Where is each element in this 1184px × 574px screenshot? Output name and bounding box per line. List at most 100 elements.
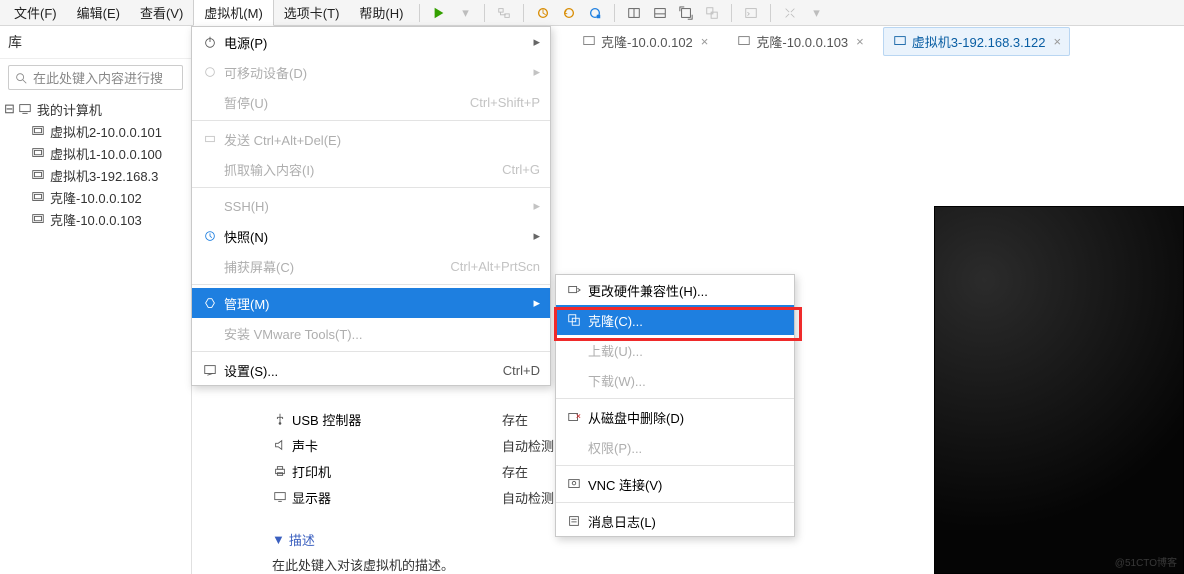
tree-root[interactable]: ⊟ 我的计算机 [4,98,187,120]
vm-icon [30,145,46,161]
tool-snapshot-take-icon[interactable] [532,2,554,24]
menu-capture-screen[interactable]: 捕获屏幕(C)Ctrl+Alt+PrtScn [192,251,550,281]
menu-label: 消息日志(L) [584,512,784,531]
tree-item[interactable]: 克隆-10.0.0.103 [4,208,187,230]
tree-item[interactable]: 虚拟机2-10.0.0.101 [4,120,187,142]
tree-item[interactable]: 克隆-10.0.0.102 [4,186,187,208]
tree-item[interactable]: 虚拟机3-192.168.3 [4,164,187,186]
computer-icon [17,101,33,117]
tree-item[interactable]: 虚拟机1-10.0.0.100 [4,142,187,164]
menu-divider [192,120,550,121]
vm-icon [30,123,46,139]
vm-icon [30,167,46,183]
tool-stretch-icon[interactable] [779,2,801,24]
tab[interactable]: 虚拟机3-192.168.3.122 × [883,27,1070,56]
tool-unity-icon[interactable] [701,2,723,24]
device-row[interactable]: USB 控制器存在 [272,406,572,432]
tab-label: 虚拟机3-192.168.3.122 [912,32,1046,51]
compat-icon [564,283,584,297]
menu-shortcut: Ctrl+G [482,162,540,177]
tool-network-icon[interactable] [493,2,515,24]
tab-label: 克隆-10.0.0.102 [601,32,693,51]
play-button[interactable] [428,2,450,24]
close-icon[interactable]: × [701,34,709,49]
submenu-clone[interactable]: 克隆(C)... [556,305,794,335]
menu-label: 抓取输入内容(I) [220,160,482,179]
menu-help[interactable]: 帮助(H) [349,0,413,25]
menu-divider [556,465,794,466]
menu-view[interactable]: 查看(V) [130,0,193,25]
menu-label: 下载(W)... [584,371,784,390]
menu-label: 安装 VMware Tools(T)... [220,324,540,343]
menu-tabs[interactable]: 选项卡(T) [274,0,350,25]
close-icon[interactable]: × [1053,34,1061,49]
submenu-vnc[interactable]: VNC 连接(V) [556,469,794,499]
clone-icon [564,313,584,327]
separator [523,4,524,22]
watermark: @51CTO博客 [1115,554,1177,569]
separator [731,4,732,22]
close-icon[interactable]: × [856,34,864,49]
sidebar-title: 库 [0,26,191,59]
menu-settings[interactable]: 设置(S)...Ctrl+D [192,355,550,385]
log-icon [564,514,584,528]
menu-removable-devices[interactable]: 可移动设备(D)▸ [192,57,550,87]
description-text[interactable]: 在此处键入对该虚拟机的描述。 [272,555,572,574]
menu-edit[interactable]: 编辑(E) [67,0,130,25]
description-heading[interactable]: ▼描述 [272,530,572,549]
description-heading-label: 描述 [289,530,315,549]
menu-label: 发送 Ctrl+Alt+Del(E) [220,130,540,149]
tab-label: 克隆-10.0.0.103 [756,32,848,51]
tool-fullscreen-icon[interactable] [675,2,697,24]
tool-snapshot-manage-icon[interactable] [584,2,606,24]
submenu-delete-from-disk[interactable]: 从磁盘中删除(D) [556,402,794,432]
menu-manage[interactable]: 管理(M)▸ [192,288,550,318]
usb-icon [272,411,288,427]
tool-console-icon[interactable] [740,2,762,24]
menu-file[interactable]: 文件(F) [4,0,67,25]
chevron-right-icon: ▸ [528,34,540,50]
tool-layout-bottom-icon[interactable] [649,2,671,24]
menu-pause[interactable]: 暂停(U)Ctrl+Shift+P [192,87,550,117]
submenu-download[interactable]: 下载(W)... [556,365,794,395]
chevron-right-icon: ▸ [528,295,540,311]
tab[interactable]: 克隆-10.0.0.102 × [572,27,717,56]
tool-stretch-dropdown-icon[interactable]: ▾ [805,2,827,24]
play-dropdown-icon[interactable]: ▾ [454,2,476,24]
menu-label: SSH(H) [220,199,528,214]
device-icon [200,65,220,79]
menu-ssh[interactable]: SSH(H)▸ [192,191,550,221]
submenu-permissions[interactable]: 权限(P)... [556,432,794,462]
menu-label: 电源(P) [220,33,528,52]
tool-layout-split-icon[interactable] [623,2,645,24]
device-row[interactable]: 显示器自动检测 [272,484,572,510]
menu-grab-input[interactable]: 抓取输入内容(I)Ctrl+G [192,154,550,184]
device-list: USB 控制器存在 声卡自动检测 打印机存在 显示器自动检测 ▼描述 在此处键入… [272,406,572,574]
menu-shortcut: Ctrl+Alt+PrtScn [430,259,540,274]
manage-submenu: 更改硬件兼容性(H)... 克隆(C)... 上载(U)... 下载(W)...… [555,274,795,537]
menu-label: 克隆(C)... [584,311,784,330]
submenu-change-compat[interactable]: 更改硬件兼容性(H)... [556,275,794,305]
menu-snapshot[interactable]: 快照(N)▸ [192,221,550,251]
submenu-message-log[interactable]: 消息日志(L) [556,506,794,536]
menu-power[interactable]: 电源(P)▸ [192,27,550,57]
menu-send-cad[interactable]: 发送 Ctrl+Alt+Del(E) [192,124,550,154]
tab[interactable]: 克隆-10.0.0.103 × [727,27,872,56]
vm-tree: ⊟ 我的计算机 虚拟机2-10.0.0.101 虚拟机1-10.0.0.100 … [0,96,191,234]
menu-vm[interactable]: 虚拟机(M) [193,0,274,26]
separator [614,4,615,22]
tree-root-label: 我的计算机 [37,100,102,119]
menu-divider [556,398,794,399]
printer-icon [272,463,288,479]
submenu-upload[interactable]: 上载(U)... [556,335,794,365]
tool-snapshot-revert-icon[interactable] [558,2,580,24]
sound-icon [272,437,288,453]
menu-install-tools[interactable]: 安装 VMware Tools(T)... [192,318,550,348]
device-row[interactable]: 打印机存在 [272,458,572,484]
device-row[interactable]: 声卡自动检测 [272,432,572,458]
device-label: 声卡 [292,436,318,455]
vm-icon [892,33,908,49]
menu-label: 管理(M) [220,294,528,313]
vm-console[interactable]: @51CTO博客 [934,206,1184,574]
search-input[interactable]: 在此处键入内容进行搜 [8,65,183,90]
